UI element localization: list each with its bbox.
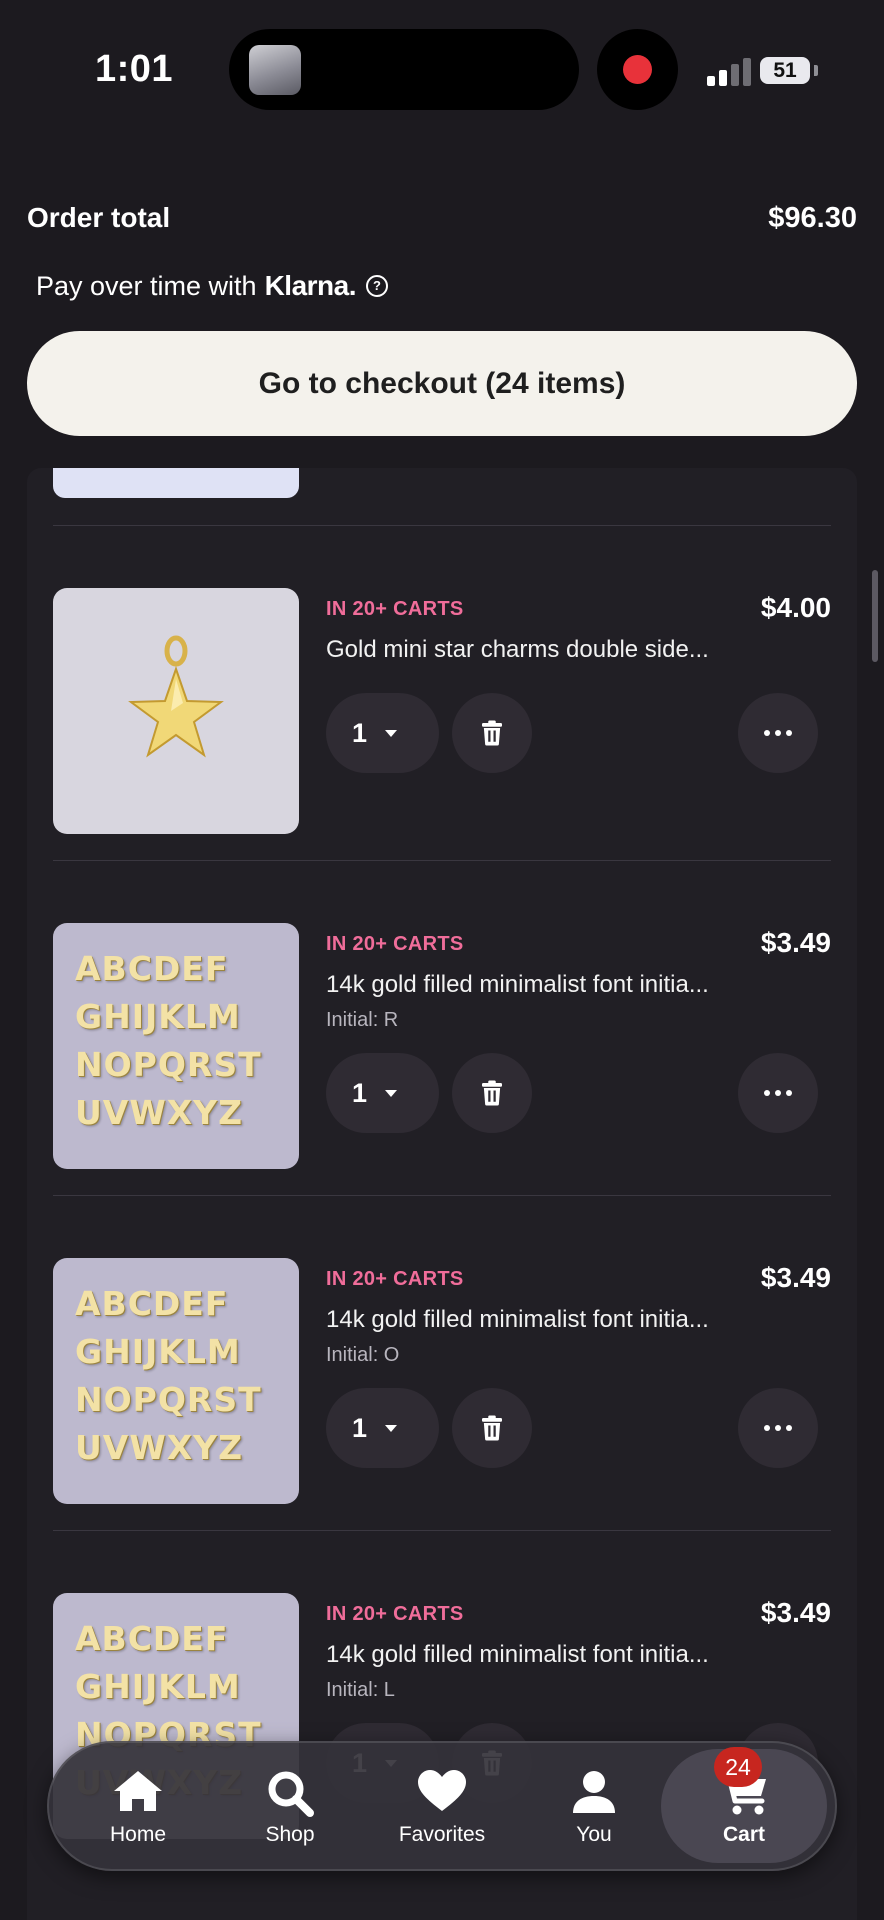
product-image-star[interactable] (53, 588, 299, 834)
heart-icon (418, 1770, 466, 1811)
chevron-down-icon (385, 1424, 398, 1432)
screen-record-indicator[interactable] (597, 29, 678, 110)
item-title[interactable]: 14k gold filled minimalist font initia..… (326, 971, 709, 999)
popularity-badge: IN 20+ CARTS (326, 933, 464, 955)
product-image-letters[interactable]: ABCDEF GHIJKLM NOPQRST UVWXYZ (53, 1258, 299, 1504)
quantity-value: 1 (352, 717, 368, 748)
item-price: $4.00 (760, 592, 831, 623)
item-variant: Initial: O (326, 1344, 400, 1366)
quantity-value: 1 (352, 1077, 368, 1108)
cart-item: IN 20+ CARTS $4.00 Gold mini star charms… (27, 588, 857, 888)
home-icon (114, 1771, 162, 1811)
checkout-button[interactable]: Go to checkout (24 items) (27, 331, 857, 436)
more-options-button[interactable] (738, 1388, 818, 1468)
divider (53, 1195, 831, 1196)
signal-icon (707, 58, 753, 86)
delete-button[interactable] (452, 1053, 532, 1133)
media-thumbnail-icon (249, 45, 301, 95)
divider (53, 860, 831, 861)
divider (53, 525, 831, 526)
klarna-logo: Klarna. (264, 270, 357, 301)
more-dots-icon (764, 1090, 792, 1096)
tab-label: Favorites (398, 1823, 486, 1846)
tab-favorites[interactable]: Favorites (367, 1741, 517, 1871)
quantity-value: 1 (352, 1412, 368, 1443)
popularity-badge: IN 20+ CARTS (326, 1268, 464, 1290)
trash-icon (482, 720, 502, 746)
more-dots-icon (764, 730, 792, 736)
cart-count-badge: 24 (714, 1747, 762, 1787)
cart-item-list[interactable]: IN 20+ CARTS $4.00 Gold mini star charms… (27, 468, 857, 1920)
order-total-value: $96.30 (768, 202, 857, 234)
quantity-selector[interactable]: 1 (326, 1053, 439, 1133)
klarna-promo: Pay over time with Klarna. ? (36, 270, 389, 302)
popularity-badge: IN 20+ CARTS (326, 1603, 464, 1625)
status-time: 1:01 (95, 48, 174, 90)
person-icon (573, 1771, 615, 1813)
quantity-selector[interactable]: 1 (326, 1388, 439, 1468)
divider (53, 1530, 831, 1531)
item-price: $3.49 (760, 927, 831, 958)
item-price: $3.49 (760, 1262, 831, 1293)
battery-nub (814, 65, 818, 76)
klarna-prefix: Pay over time with (36, 270, 257, 301)
tab-shop[interactable]: Shop (215, 1741, 365, 1871)
tab-you[interactable]: You (519, 1741, 669, 1871)
product-image-letters[interactable]: ABCDEF GHIJKLM NOPQRST UVWXYZ (53, 923, 299, 1169)
popularity-badge: IN 20+ CARTS (326, 598, 464, 620)
order-total-label: Order total (27, 202, 171, 233)
item-title[interactable]: 14k gold filled minimalist font initia..… (326, 1641, 709, 1669)
item-title[interactable]: Gold mini star charms double side... (326, 636, 709, 664)
battery-icon: 51 (760, 57, 810, 84)
tab-home[interactable]: Home (63, 1741, 213, 1871)
previous-item-thumbnail (53, 468, 299, 498)
delete-button[interactable] (452, 693, 532, 773)
item-price: $3.49 (760, 1597, 831, 1628)
chevron-down-icon (385, 1089, 398, 1097)
delete-button[interactable] (452, 1388, 532, 1468)
battery-level: 51 (773, 59, 797, 82)
more-options-button[interactable] (738, 693, 818, 773)
star-charm-image (128, 635, 224, 758)
trash-icon (482, 1080, 502, 1106)
search-icon (268, 1771, 314, 1817)
tab-label: Home (109, 1823, 167, 1846)
item-variant: Initial: L (326, 1679, 395, 1701)
more-options-button[interactable] (738, 1053, 818, 1133)
info-icon[interactable]: ? (366, 275, 389, 297)
scrollbar-thumb[interactable] (872, 570, 878, 662)
record-icon (623, 55, 652, 84)
trash-icon (482, 1415, 502, 1441)
tab-label: Shop (265, 1823, 315, 1846)
item-variant: Initial: R (326, 1009, 399, 1031)
item-title[interactable]: 14k gold filled minimalist font initia..… (326, 1306, 709, 1334)
tab-label: You (576, 1823, 612, 1846)
cart-item: ABCDEF GHIJKLM NOPQRST UVWXYZ IN 20+ CAR… (27, 1258, 857, 1558)
letter-charms-image: ABCDEF GHIJKLM NOPQRST UVWXYZ (75, 1284, 262, 1467)
letter-charms-image: ABCDEF GHIJKLM NOPQRST UVWXYZ (75, 949, 262, 1132)
more-dots-icon (764, 1425, 792, 1431)
dynamic-island[interactable] (229, 29, 579, 110)
quantity-selector[interactable]: 1 (326, 693, 439, 773)
cart-item: ABCDEF GHIJKLM NOPQRST UVWXYZ IN 20+ CAR… (27, 923, 857, 1223)
tab-label: Cart (722, 1823, 765, 1846)
chevron-down-icon (385, 729, 398, 737)
